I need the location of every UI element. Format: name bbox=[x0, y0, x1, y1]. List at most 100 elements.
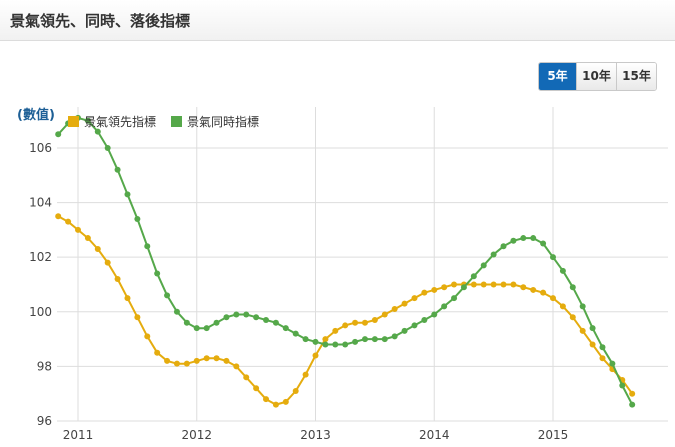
data-point-1 bbox=[253, 314, 260, 321]
data-point-0 bbox=[272, 401, 279, 408]
data-point-0 bbox=[104, 259, 111, 266]
data-point-1 bbox=[124, 191, 131, 198]
data-point-1 bbox=[381, 336, 388, 343]
series-line-1 bbox=[57, 116, 634, 406]
legend-label-0: 景氣領先指標 bbox=[84, 114, 156, 129]
data-point-0 bbox=[589, 341, 596, 348]
data-point-1 bbox=[104, 144, 111, 151]
data-point-1 bbox=[441, 303, 448, 310]
data-point-0 bbox=[530, 286, 537, 293]
data-point-0 bbox=[75, 226, 81, 233]
data-point-1 bbox=[302, 336, 309, 343]
data-point-0 bbox=[233, 363, 240, 370]
y-tick-label: 96 bbox=[37, 414, 52, 428]
data-point-1 bbox=[114, 166, 121, 173]
data-point-0 bbox=[480, 281, 487, 288]
data-point-0 bbox=[253, 385, 260, 392]
data-point-1 bbox=[460, 284, 467, 291]
data-point-1 bbox=[619, 382, 626, 389]
data-point-0 bbox=[559, 303, 566, 310]
data-point-0 bbox=[342, 322, 349, 329]
data-point-1 bbox=[243, 311, 250, 318]
data-point-0 bbox=[569, 314, 576, 321]
data-point-1 bbox=[352, 338, 359, 345]
data-point-1 bbox=[154, 270, 161, 277]
data-point-0 bbox=[510, 281, 517, 288]
data-point-1 bbox=[480, 262, 487, 269]
data-point-1 bbox=[530, 235, 537, 242]
data-point-0 bbox=[282, 398, 289, 405]
data-point-0 bbox=[213, 355, 220, 362]
data-point-1 bbox=[500, 243, 507, 250]
data-point-1 bbox=[579, 303, 586, 310]
data-point-0 bbox=[490, 281, 497, 288]
data-point-0 bbox=[391, 306, 398, 313]
data-point-1 bbox=[134, 215, 141, 222]
x-tick-label: 2015 bbox=[538, 428, 569, 442]
data-point-1 bbox=[193, 325, 200, 332]
data-point-1 bbox=[94, 128, 101, 135]
data-point-1 bbox=[421, 316, 428, 323]
data-point-1 bbox=[292, 330, 299, 337]
data-point-0 bbox=[84, 235, 91, 242]
data-point-1 bbox=[540, 240, 547, 247]
y-tick-label: 106 bbox=[29, 141, 52, 155]
data-point-0 bbox=[599, 355, 606, 362]
data-point-0 bbox=[540, 289, 547, 296]
data-point-0 bbox=[144, 333, 151, 340]
data-point-0 bbox=[124, 295, 131, 302]
x-tick-label: 2013 bbox=[300, 428, 331, 442]
data-point-1 bbox=[569, 284, 576, 291]
data-point-0 bbox=[193, 357, 200, 364]
data-point-0 bbox=[421, 289, 428, 296]
data-point-1 bbox=[550, 254, 556, 261]
data-point-0 bbox=[243, 374, 250, 381]
data-point-0 bbox=[361, 319, 368, 326]
data-point-1 bbox=[520, 235, 527, 242]
data-point-1 bbox=[332, 341, 339, 348]
data-point-1 bbox=[183, 319, 190, 326]
data-point-1 bbox=[361, 336, 368, 343]
data-point-1 bbox=[559, 267, 566, 274]
data-point-0 bbox=[352, 319, 359, 326]
data-point-0 bbox=[371, 316, 378, 323]
data-point-1 bbox=[263, 316, 270, 323]
data-point-1 bbox=[342, 341, 349, 348]
series-line-0 bbox=[57, 215, 634, 406]
data-point-1 bbox=[431, 311, 438, 318]
data-point-1 bbox=[272, 319, 279, 326]
data-point-0 bbox=[322, 336, 329, 343]
data-point-0 bbox=[441, 284, 448, 291]
data-point-1 bbox=[629, 401, 636, 408]
data-point-0 bbox=[332, 327, 339, 334]
y-tick-label: 102 bbox=[29, 250, 52, 264]
data-point-0 bbox=[134, 314, 141, 321]
data-point-1 bbox=[144, 243, 151, 250]
data-point-0 bbox=[520, 284, 527, 291]
data-point-0 bbox=[114, 276, 121, 283]
data-point-1 bbox=[470, 273, 477, 280]
data-point-0 bbox=[302, 371, 309, 378]
data-point-0 bbox=[203, 355, 210, 362]
data-point-1 bbox=[391, 333, 398, 340]
data-point-0 bbox=[411, 295, 418, 302]
data-point-1 bbox=[411, 322, 418, 329]
data-point-0 bbox=[263, 396, 270, 403]
data-point-0 bbox=[629, 390, 636, 397]
data-point-1 bbox=[213, 319, 220, 326]
data-point-0 bbox=[94, 245, 101, 252]
line-chart: 96 98 100 102 104 106 2011 2012 2013 2014 2015 景氣領先… bbox=[29, 107, 668, 442]
data-point-0 bbox=[164, 357, 171, 364]
data-point-0 bbox=[223, 357, 230, 364]
legend-swatch-0 bbox=[68, 116, 79, 127]
data-point-0 bbox=[579, 327, 586, 334]
data-point-1 bbox=[203, 325, 210, 332]
data-point-1 bbox=[322, 341, 329, 348]
y-tick-label: 104 bbox=[29, 196, 52, 210]
data-point-0 bbox=[470, 281, 477, 288]
data-point-0 bbox=[173, 360, 180, 367]
data-point-0 bbox=[65, 218, 72, 225]
data-point-0 bbox=[183, 360, 190, 367]
data-point-0 bbox=[381, 311, 388, 318]
data-point-0 bbox=[55, 213, 62, 220]
